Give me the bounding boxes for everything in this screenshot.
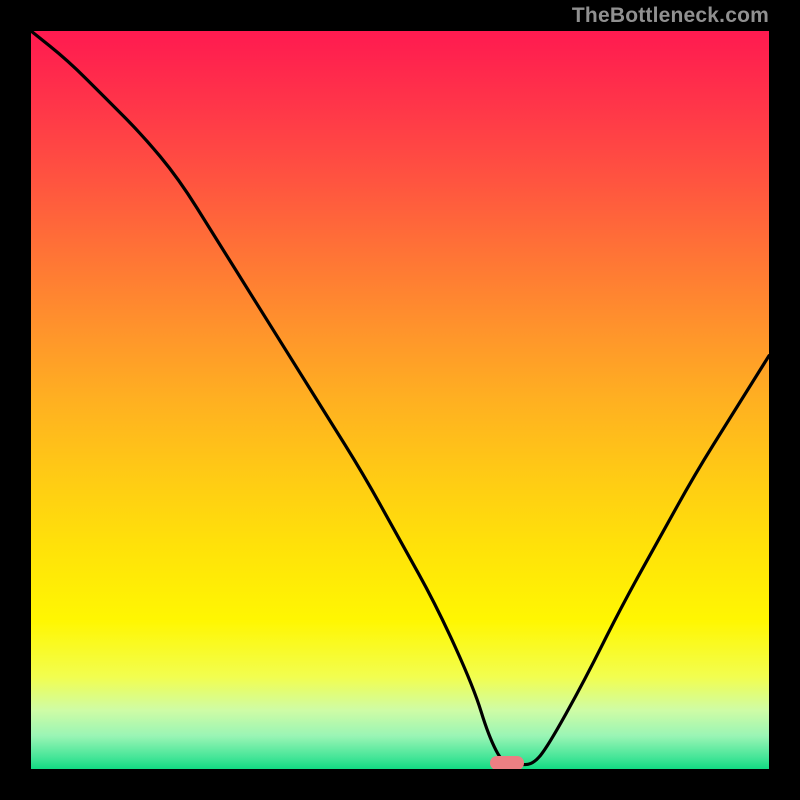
watermark-text: TheBottleneck.com: [572, 4, 769, 28]
optimal-marker: [490, 756, 524, 769]
plot-area: [31, 31, 769, 769]
chart-frame: TheBottleneck.com: [0, 0, 800, 800]
bottleneck-curve: [31, 31, 769, 769]
